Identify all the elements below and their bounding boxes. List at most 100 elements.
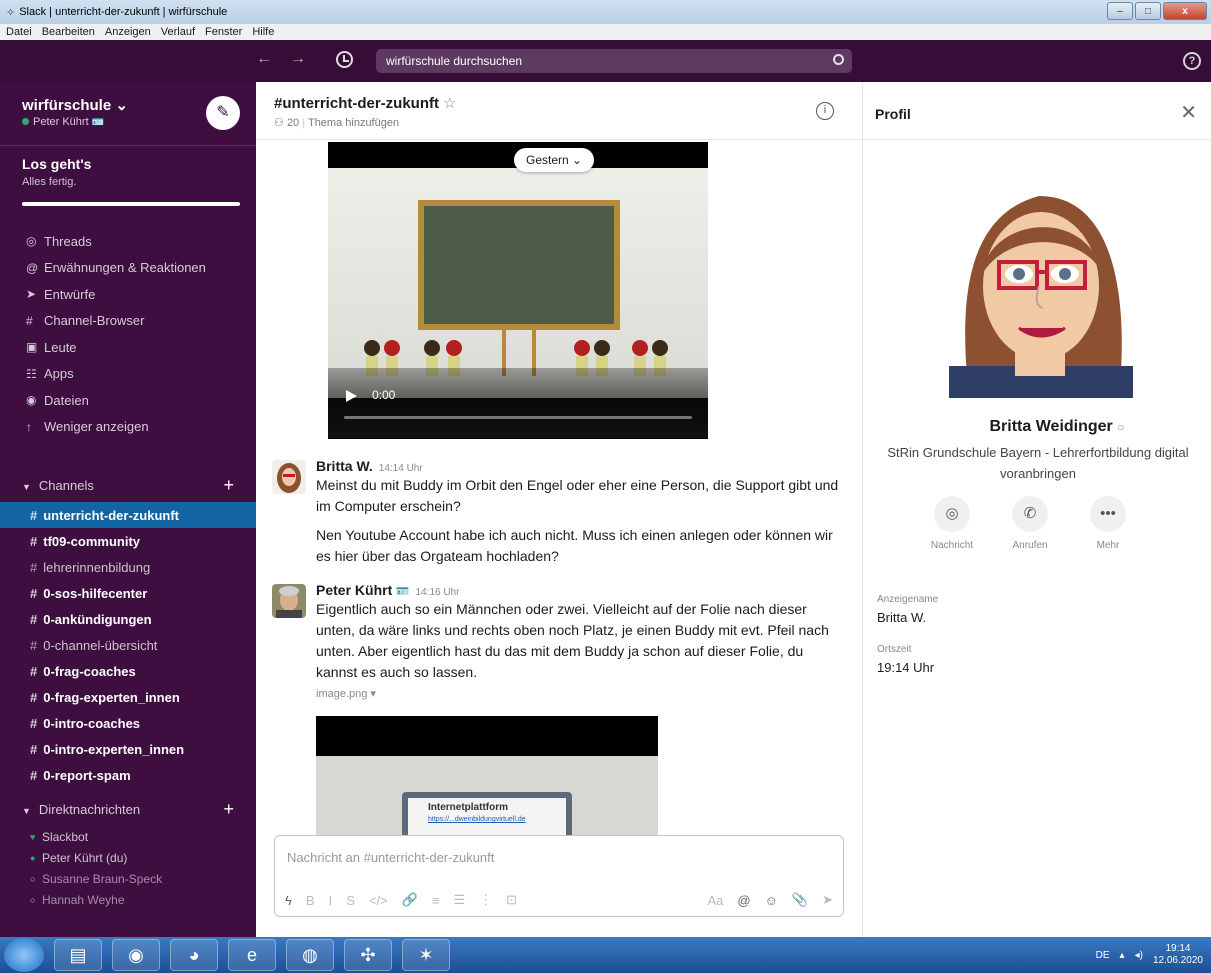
compose-icon[interactable]: ✎ [206, 96, 240, 130]
start-button[interactable] [4, 938, 44, 972]
members-icon[interactable]: ⚇ [274, 117, 284, 129]
tray-arrow-icon[interactable]: ▴ [1120, 950, 1125, 961]
sidebar-channel-item[interactable]: # lehrerinnenbildung [0, 554, 256, 580]
dm-section-header[interactable]: ▼ Direktnachrichten + [0, 792, 256, 826]
firefox-taskbar-icon[interactable]: ◍ [286, 939, 334, 971]
menu-anzeigen[interactable]: Anzeigen [105, 26, 151, 38]
sidebar-channel-item[interactable]: #0-sos-hilfecenter [0, 580, 256, 606]
italic-icon[interactable]: I [329, 893, 333, 908]
strikethrough-icon[interactable]: S [346, 893, 355, 908]
sidebar-item-threads[interactable]: ◎ Threads [0, 228, 256, 255]
menu-verlauf[interactable]: Verlauf [161, 26, 195, 38]
sidebar-item-files[interactable]: ◉ Dateien [0, 387, 256, 414]
attach-icon[interactable]: 📎 [792, 892, 808, 908]
sidebar-channel-item[interactable]: #0-frag-coaches [0, 658, 256, 684]
close-window-button[interactable]: x [1163, 2, 1207, 20]
maximize-button[interactable]: □ [1135, 2, 1161, 20]
channel-title[interactable]: #unterricht-der-zukunft [274, 95, 439, 112]
dm-item[interactable]: ○ Susanne Braun-Speck [0, 868, 256, 889]
code-block-icon[interactable]: ⊡ [506, 892, 517, 908]
video-progress-bar[interactable] [344, 416, 692, 419]
avatar[interactable] [272, 460, 306, 494]
sidebar-channel-item[interactable]: #0-channel-übersicht [0, 632, 256, 658]
call-action-button[interactable]: ✆ Anrufen [1003, 496, 1057, 551]
add-dm-icon[interactable]: + [223, 799, 234, 820]
image-attachment-preview[interactable]: Internetplattform https://...dweinbildung… [316, 716, 658, 836]
back-arrow-icon[interactable]: ← [256, 50, 272, 68]
ordered-list-icon[interactable]: ≡ [432, 893, 440, 908]
workspace-header[interactable]: wirfürschule ⌄ Peter Kührt 🪪 ✎ [0, 82, 256, 146]
add-channel-icon[interactable]: + [223, 475, 234, 496]
channel-hash-icon: # [30, 637, 38, 653]
message-action-button[interactable]: ◎ Nachricht [925, 496, 979, 551]
video-player[interactable]: 0:00 [328, 142, 708, 439]
sidebar-item-mentions[interactable]: @ Erwähnungen & Reaktionen [0, 255, 256, 282]
search-input[interactable]: wirfürschule durchsuchen [376, 49, 852, 73]
formatting-icon[interactable]: Aa [708, 893, 724, 908]
help-icon[interactable]: ? [1183, 52, 1201, 70]
bold-icon[interactable]: B [306, 893, 315, 908]
mention-icon[interactable]: @ [737, 893, 750, 908]
star-icon[interactable]: ☆ [443, 95, 456, 112]
menu-fenster[interactable]: Fenster [205, 26, 242, 38]
code-icon[interactable]: </> [369, 893, 388, 908]
slack-taskbar-icon[interactable]: ✣ [344, 939, 392, 971]
sidebar-item-channel-browser[interactable]: # Channel-Browser [0, 308, 256, 335]
sidebar-item-apps[interactable]: ☷ Apps [0, 361, 256, 388]
volume-icon[interactable]: ◂) [1135, 950, 1143, 961]
explorer-taskbar-icon[interactable]: ▤ [54, 939, 102, 971]
clock[interactable]: 19:14 12.06.2020 [1153, 943, 1203, 967]
message-timestamp[interactable]: 14:14 Uhr [379, 463, 423, 474]
mentions-icon: @ [26, 260, 39, 275]
more-action-button[interactable]: ••• Mehr [1081, 496, 1135, 551]
play-icon[interactable] [346, 390, 357, 402]
dm-item-self[interactable]: ● Peter Kührt (du) [0, 847, 256, 868]
sidebar-channel-item[interactable]: #0-intro-coaches [0, 710, 256, 736]
emoji-icon[interactable]: ☺ [765, 893, 778, 908]
caret-down-icon: ▼ [22, 481, 31, 492]
message-composer[interactable]: Nachricht an #unterricht-der-zukunft ϟ B… [274, 835, 844, 917]
chromium-taskbar-icon[interactable]: ◉ [112, 939, 160, 971]
send-icon[interactable]: ➤ [822, 892, 833, 908]
shortcuts-icon[interactable]: ϟ [285, 893, 292, 908]
sidebar-channel-item[interactable]: # tf09-community [0, 528, 256, 554]
dm-item[interactable]: ○ Hannah Weyhe [0, 889, 256, 910]
internet-explorer-taskbar-icon[interactable]: e [228, 939, 276, 971]
channels-section-header[interactable]: ▼ Channels + [0, 468, 256, 502]
link-icon[interactable]: 🔗 [402, 892, 418, 908]
blockquote-icon[interactable]: ⋮ [479, 892, 492, 908]
profile-avatar[interactable] [919, 156, 1163, 398]
forward-arrow-icon[interactable]: → [290, 50, 306, 68]
sidebar-channel-item[interactable]: #0-frag-experten_innen [0, 684, 256, 710]
menu-hilfe[interactable]: Hilfe [252, 26, 274, 38]
chrome-taskbar-icon[interactable]: ◕ [170, 939, 218, 971]
dm-item-slackbot[interactable]: ♥ Slackbot [0, 826, 256, 847]
sidebar-channel-item[interactable]: # unterricht-der-zukunft [0, 502, 256, 528]
sidebar-item-people[interactable]: ▣ Leute [0, 334, 256, 361]
language-indicator[interactable]: DE [1096, 950, 1110, 961]
message-timestamp[interactable]: 14:16 Uhr [416, 587, 460, 598]
menu-bearbeiten[interactable]: Bearbeiten [42, 26, 95, 38]
add-topic-link[interactable]: Thema hinzufügen [308, 117, 399, 129]
getting-started[interactable]: Los geht's Alles fertig. [0, 146, 256, 218]
sidebar-item-label: Weniger anzeigen [44, 419, 149, 435]
sidebar-channel-item[interactable]: #0-intro-experten_innen [0, 736, 256, 762]
avatar[interactable] [272, 584, 306, 618]
info-icon[interactable]: i [816, 102, 834, 120]
menu-datei[interactable]: Datei [6, 26, 32, 38]
bulleted-list-icon[interactable]: ☰ [453, 892, 465, 908]
attachment-filename[interactable]: image.png ▾ [316, 687, 847, 700]
app-taskbar-icon[interactable]: ✶ [402, 939, 450, 971]
sidebar-channel-item[interactable]: #0-report-spam [0, 762, 256, 788]
sidebar-channel-item[interactable]: #0-ankündigungen [0, 606, 256, 632]
member-count[interactable]: 20 [287, 117, 299, 129]
sidebar-item-drafts[interactable]: ➤ Entwürfe [0, 281, 256, 308]
close-icon[interactable]: ✕ [1180, 100, 1197, 125]
message-author[interactable]: Britta W. [316, 458, 373, 474]
history-clock-icon[interactable] [336, 51, 353, 68]
message-author[interactable]: Peter Kührt [316, 582, 392, 598]
sidebar-item-show-less[interactable]: ↑ Weniger anzeigen [0, 414, 256, 441]
minimize-button[interactable]: – [1107, 2, 1133, 20]
date-divider-pill[interactable]: Gestern ⌄ [514, 148, 595, 172]
display-name-label: Anzeigename [877, 594, 939, 605]
